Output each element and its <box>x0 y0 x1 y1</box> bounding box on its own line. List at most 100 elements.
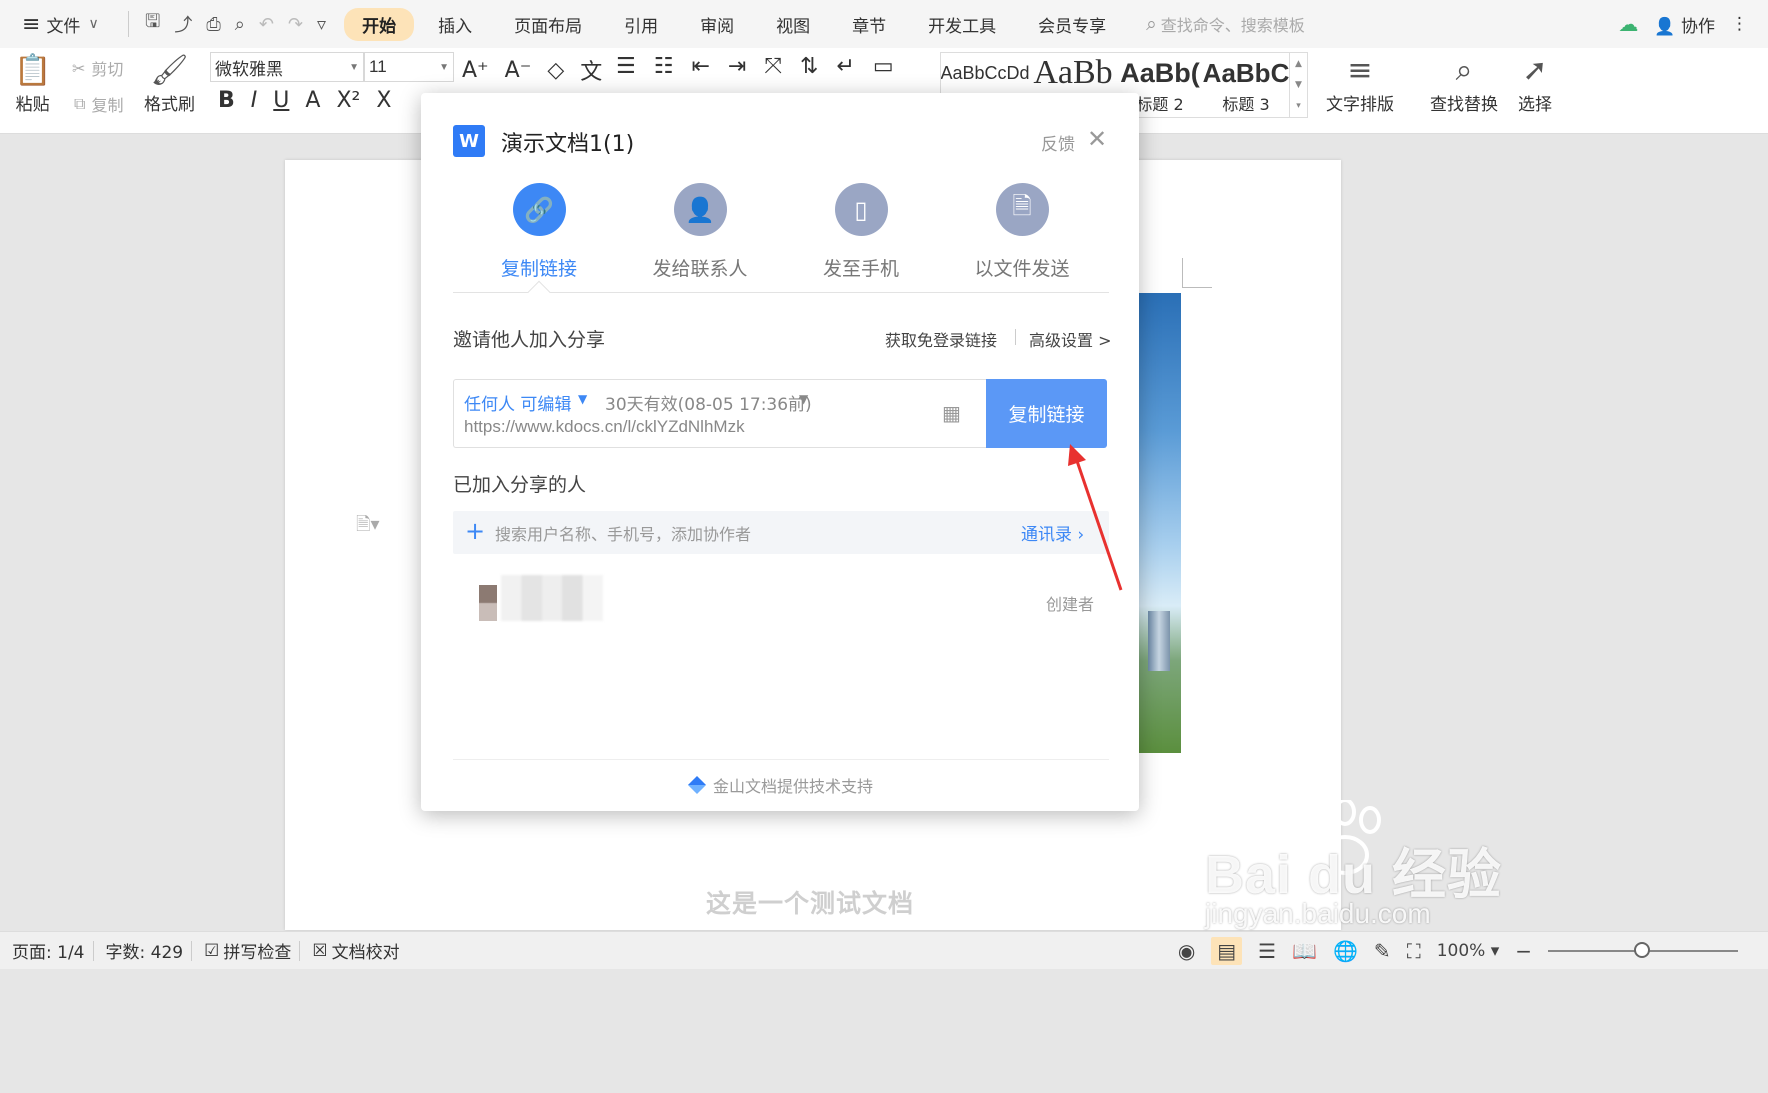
tab-insert[interactable]: 插入 <box>420 8 490 41</box>
superscript-icon[interactable]: X² <box>336 88 360 113</box>
clipboard-icon: 📋 <box>14 53 52 88</box>
zoom-level[interactable]: 100% ▾ <box>1437 941 1500 961</box>
background-area <box>0 969 1768 1093</box>
command-search[interactable]: ⌕ 查找命令、搜索模板 <box>1146 12 1305 36</box>
undo-icon[interactable]: ↶ <box>259 14 274 35</box>
qr-code-icon[interactable]: ▦ <box>942 402 964 424</box>
page-indicator[interactable]: 页面: 1/4 <box>12 938 85 963</box>
kdocs-logo-icon <box>687 775 707 795</box>
menu-bar: ≡ 文件 ∨ 🖫 ⤴ ⎙ ⌕ ↶ ↷ ▿ 开始 插入 页面布局 引用 审阅 视图… <box>0 0 1768 48</box>
find-replace-button[interactable]: ⌕ 查找替换 <box>1430 52 1498 115</box>
bold-icon[interactable]: B <box>218 88 235 113</box>
font-name-select[interactable]: 微软雅黑 ▼ <box>210 52 364 82</box>
gallery-scroll[interactable]: ▲ ▼ ▾ <box>1289 53 1307 117</box>
expand-icon[interactable]: ▾ <box>1296 101 1301 111</box>
export-icon[interactable]: ⤴ <box>174 11 192 37</box>
share-option-phone[interactable]: ▯ 发至手机 <box>791 183 931 281</box>
page-view-icon[interactable]: ▤ <box>1211 936 1243 965</box>
underline-icon[interactable]: U <box>273 88 289 113</box>
show-marks-icon[interactable]: ↵ <box>836 54 854 79</box>
fit-page-icon[interactable]: ⛶ <box>1407 939 1421 963</box>
collab-button[interactable]: 👤 协作 <box>1654 12 1715 37</box>
tab-chapter[interactable]: 章节 <box>834 8 904 41</box>
share-url[interactable]: https://www.kdocs.cn/l/cklYZdNlhMzk <box>464 417 745 437</box>
zoom-out-icon[interactable]: − <box>1515 939 1532 963</box>
zoom-slider[interactable] <box>1548 941 1738 958</box>
spell-check-label: 拼写检查 <box>223 943 292 963</box>
shrink-font-icon[interactable]: A⁻ <box>505 58 532 83</box>
word-count[interactable]: 字数: 429 <box>106 938 184 963</box>
invite-label: 邀请他人加入分享 <box>453 329 606 351</box>
format-painter-button[interactable]: 🖌 格式刷 <box>144 52 195 115</box>
cloud-sync-icon[interactable]: ☁ <box>1618 12 1638 36</box>
tab-review[interactable]: 审阅 <box>682 8 752 41</box>
brush-icon: 🖌 <box>150 53 189 88</box>
close-icon[interactable]: ✕ <box>1087 125 1107 153</box>
validity-select[interactable]: 30天有效(08-05 17:36前) <box>605 390 812 415</box>
creator-role: 创建者 <box>1046 595 1095 614</box>
increase-indent-icon[interactable]: ⇥ <box>728 54 746 79</box>
share-option-copy-link[interactable]: 🔗 复制链接 <box>469 183 609 281</box>
cut-button[interactable]: ✂ 剪切 <box>72 56 123 80</box>
tab-member[interactable]: 会员专享 <box>1020 8 1124 41</box>
zoom-slider-knob[interactable] <box>1634 941 1650 958</box>
paragraph-layout-icon[interactable]: 🗎▾ <box>356 512 380 542</box>
table-icon[interactable]: ▭ <box>873 54 894 79</box>
subscript-icon[interactable]: X <box>376 88 391 113</box>
get-login-free-link[interactable]: 获取免登录链接 <box>885 327 997 351</box>
advanced-settings-link[interactable]: 高级设置 > <box>1029 327 1112 351</box>
dropdown-icon[interactable]: ▼ <box>578 392 587 406</box>
paste-label: 粘贴 <box>15 95 50 115</box>
copy-link-button[interactable]: 复制链接 <box>986 379 1107 448</box>
decrease-indent-icon[interactable]: ⇤ <box>691 54 709 79</box>
chevron-up-icon[interactable]: ▲ <box>1295 59 1302 69</box>
document-image[interactable] <box>1138 293 1181 753</box>
tab-view[interactable]: 视图 <box>758 8 828 41</box>
font-size-select[interactable]: 11 ▼ <box>364 52 454 82</box>
plus-icon: + <box>465 517 486 545</box>
web-view-icon[interactable]: 🌐 <box>1333 939 1358 963</box>
phonetic-guide-icon[interactable]: 文 <box>580 54 602 86</box>
sort-icon[interactable]: ⇅ <box>800 54 818 79</box>
chevron-down-icon[interactable]: ▼ <box>1295 80 1302 90</box>
share-option-file[interactable]: 🗎 以文件发送 <box>952 183 1092 281</box>
tab-developer[interactable]: 开发工具 <box>910 8 1014 41</box>
numbered-list-icon[interactable]: ☷ <box>654 54 674 79</box>
font-color-icon[interactable]: A <box>305 88 320 113</box>
share-option-contacts[interactable]: 👤 发给联系人 <box>630 183 770 281</box>
print-icon[interactable]: ⎙ <box>206 14 220 35</box>
file-menu[interactable]: ≡ 文件 ∨ <box>0 12 120 37</box>
permission-select[interactable]: 任何人 可编辑 <box>464 390 571 415</box>
outline-view-icon[interactable]: ☰ <box>1258 939 1276 963</box>
spell-check-button[interactable]: ☑ 拼写检查 <box>204 938 292 964</box>
tab-page-layout[interactable]: 页面布局 <box>496 8 600 41</box>
italic-icon[interactable]: I <box>251 88 258 113</box>
reading-view-icon[interactable]: 📖 <box>1292 939 1317 963</box>
print-preview-icon[interactable]: ⌕ <box>235 14 245 35</box>
format-painter-label: 格式刷 <box>144 95 195 115</box>
grow-font-icon[interactable]: A⁺ <box>462 58 489 83</box>
pen-icon[interactable]: ✎ <box>1374 939 1391 963</box>
redo-icon[interactable]: ↷ <box>288 14 303 35</box>
tab-references[interactable]: 引用 <box>606 8 676 41</box>
doc-proof-button[interactable]: ☒ 文档校对 <box>312 938 399 964</box>
copy-label: 复制 <box>91 96 124 115</box>
clear-format-icon[interactable]: ◇ <box>547 58 564 83</box>
chinese-layout-icon[interactable]: ⤧ <box>764 54 782 79</box>
dropdown-icon[interactable]: ▼ <box>799 392 808 406</box>
customize-toolbar-icon[interactable]: ▿ <box>317 14 326 35</box>
style-sample: AaBbC <box>1203 58 1289 88</box>
bullet-list-icon[interactable]: ☰ <box>616 54 636 79</box>
more-icon[interactable]: ⋮ <box>1731 14 1748 34</box>
save-icon[interactable]: 🖫 <box>145 9 160 39</box>
paste-button[interactable]: 📋 粘贴 <box>14 52 51 115</box>
style-heading-3[interactable]: AaBbC 标题 3 <box>1203 53 1289 117</box>
select-button[interactable]: ➚ 选择 <box>1518 52 1552 115</box>
feedback-link[interactable]: 反馈 <box>1041 130 1075 155</box>
copy-button[interactable]: ⧉ 复制 <box>74 92 123 116</box>
eye-protect-icon[interactable]: ◉ <box>1178 939 1195 963</box>
text-layout-button[interactable]: ≡ 文字排版 <box>1326 52 1394 115</box>
tab-home[interactable]: 开始 <box>344 7 415 41</box>
contacts-link[interactable]: 通讯录 › <box>1021 520 1084 545</box>
add-collaborator-input[interactable]: + 搜索用户名称、手机号，添加协作者 通讯录 › <box>453 511 1109 554</box>
